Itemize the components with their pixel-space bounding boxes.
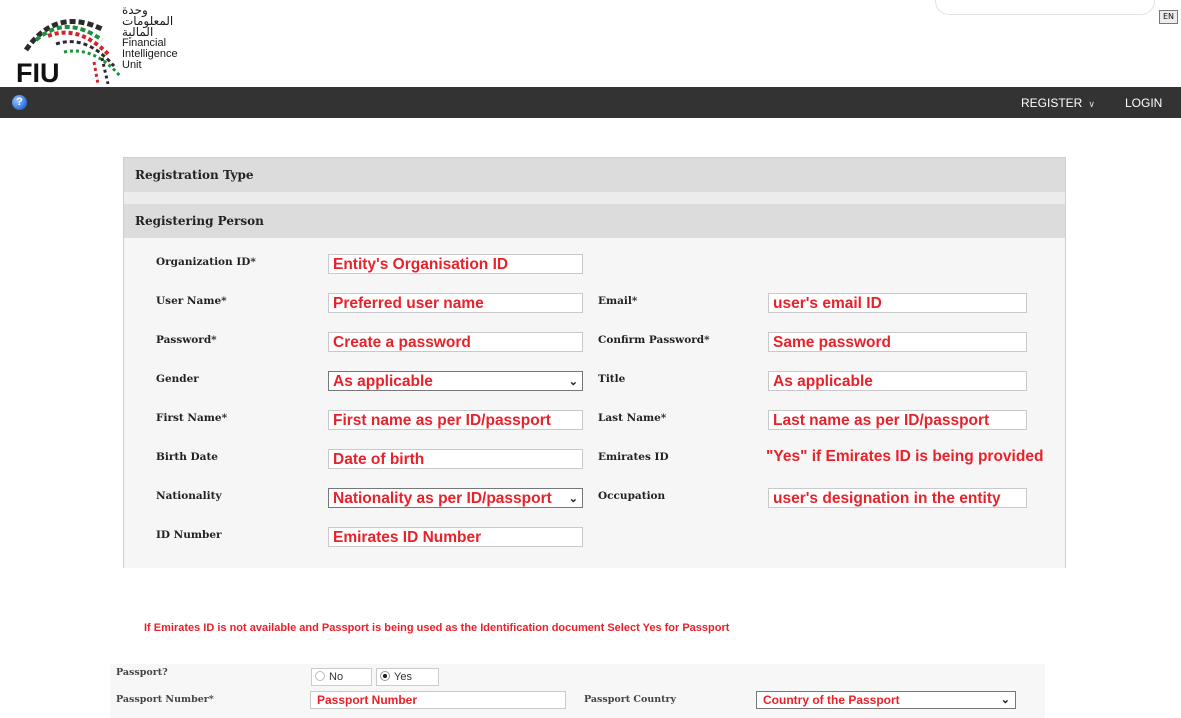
section-divider [124,192,1065,204]
help-icon[interactable]: ? [12,95,27,110]
passport-question-label: Passport? [116,667,168,678]
gender-select[interactable]: As applicable ⌄ [328,371,583,391]
first-name-label: First Name* [156,412,228,424]
org-id-input[interactable]: Entity's Organisation ID [328,254,583,274]
title-input[interactable]: As applicable [768,371,1027,391]
last-name-label: Last Name* [598,412,667,424]
registration-form: Registration Type Registering Person Org… [123,157,1066,568]
passport-number-label: Passport Number* [116,694,214,705]
passport-country-label: Passport Country [584,694,677,705]
passport-number-input[interactable]: Passport Number [310,691,566,709]
gender-select-value: As applicable [333,373,433,390]
birth-date-label: Birth Date [156,451,218,463]
passport-no-label: No [329,671,344,683]
occupation-input[interactable]: user's designation in the entity [768,488,1027,508]
nationality-select-value: Nationality as per ID/passport [333,490,552,507]
search-box[interactable] [935,0,1155,15]
birth-date-input[interactable]: Date of birth [328,449,583,469]
passport-country-select[interactable]: Country of the Passport ⌄ [756,691,1016,709]
nationality-label: Nationality [156,490,222,502]
id-number-input[interactable]: Emirates ID Number [328,527,583,547]
login-link[interactable]: LOGIN [1125,96,1162,110]
section-header-registration-type[interactable]: Registration Type [124,158,1065,192]
password-label: Password* [156,334,217,346]
confirm-password-input[interactable]: Same password [768,332,1027,352]
passport-yes-label: Yes [394,671,412,683]
user-name-input[interactable]: Preferred user name [328,293,583,313]
chevron-down-icon: ∨ [1088,99,1095,109]
user-name-label: User Name* [156,295,227,307]
passport-section: Passport? No Yes Passport Number* Passpo… [110,664,1045,718]
email-input[interactable]: user's email ID [768,293,1027,313]
first-name-input[interactable]: First name as per ID/passport [328,410,583,430]
radio-selected-icon [380,671,390,682]
gender-label: Gender [156,373,199,385]
logo-english-line-3: Unit [122,59,142,71]
passport-no-radio[interactable]: No [311,668,372,686]
title-label: Title [598,373,626,385]
last-name-input[interactable]: Last name as per ID/passport [768,410,1027,430]
section-header-registering-person[interactable]: Registering Person [124,204,1065,238]
page-header: FIU وحدة المعلومات المالية Financial Int… [0,0,1181,87]
svg-text:FIU: FIU [16,58,60,84]
confirm-password-label: Confirm Password* [598,334,710,346]
register-menu-label: REGISTER [1021,96,1083,110]
passport-instruction-note: If Emirates ID is not available and Pass… [144,622,730,634]
main-navbar: ? REGISTER ∨ LOGIN [0,87,1181,118]
password-input[interactable]: Create a password [328,332,583,352]
register-menu[interactable]: REGISTER ∨ [1021,96,1095,110]
email-label: Email* [598,295,638,307]
chevron-down-icon: ⌄ [1000,694,1010,706]
nationality-select[interactable]: Nationality as per ID/passport ⌄ [328,488,583,508]
chevron-down-icon: ⌄ [568,376,578,388]
passport-yes-radio[interactable]: Yes [376,668,439,686]
passport-country-value: Country of the Passport [763,693,900,707]
radio-unselected-icon [315,671,325,682]
org-id-label: Organization ID* [156,256,256,268]
logo-wordmark: وحدة المعلومات المالية Financial Intelli… [122,4,178,71]
fiu-logo-icon[interactable]: FIU [16,10,124,84]
chevron-down-icon: ⌄ [568,493,578,505]
emirates-id-annotation: "Yes" if Emirates ID is being provided [766,448,1044,465]
language-toggle-button[interactable]: EN [1159,10,1178,24]
emirates-id-label: Emirates ID [598,451,669,463]
id-number-label: ID Number [156,529,222,541]
occupation-label: Occupation [598,490,666,502]
